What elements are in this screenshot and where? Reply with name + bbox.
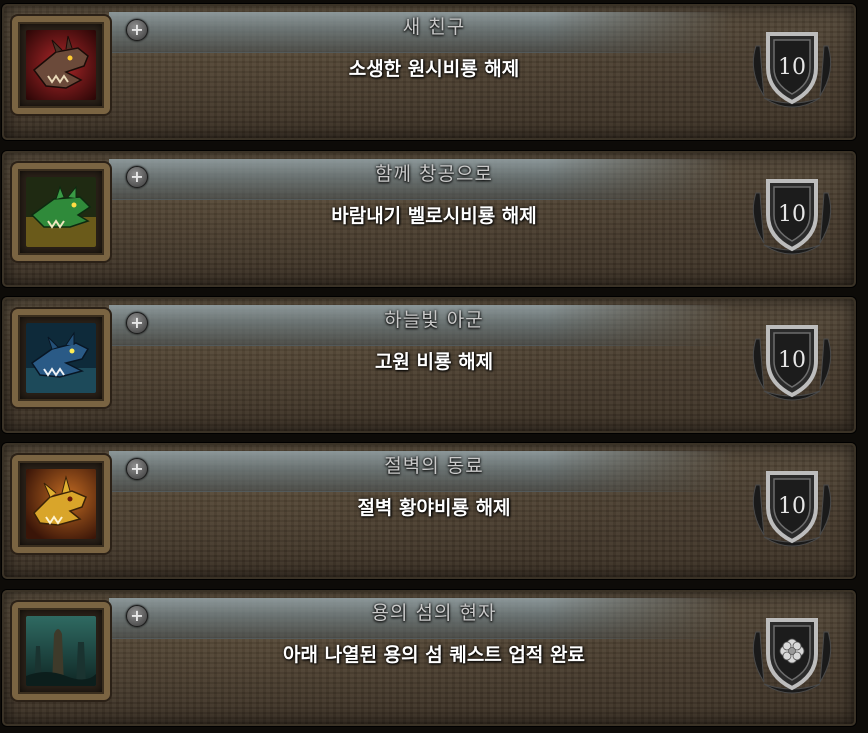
- achievement-points: 10: [778, 55, 806, 80]
- achievement-row[interactable]: + 절벽의 동료 절벽 황야비룡 해제 10: [2, 443, 856, 579]
- achievement-description: 아래 나열된 용의 섬 퀘스트 업적 완료: [283, 644, 585, 666]
- achievement-points: 10: [778, 348, 806, 373]
- achievement-row[interactable]: + 용의 섬의 현자 아래 나열된 용의 섬 퀘스트 업적 완료: [2, 590, 856, 726]
- forest-landscape-icon: [26, 616, 96, 686]
- achievement-icon-frame: [12, 16, 110, 114]
- achievement-list: + 새 친구 소생한 원시비룡 해제 10 + 함께 창공으로 바람내기 벨로시…: [0, 0, 868, 733]
- achievement-title: 함께 창공으로: [375, 163, 493, 185]
- green-drake-icon: [26, 177, 96, 247]
- achievement-points: 10: [778, 202, 806, 227]
- achievement-description: 소생한 원시비룡 해제: [348, 58, 520, 80]
- achievement-icon-frame: [12, 455, 110, 553]
- achievement-title: 절벽의 동료: [384, 455, 484, 477]
- achievement-shield-icon: [752, 618, 832, 694]
- red-drake-icon: [26, 30, 96, 100]
- achievement-icon-frame: [12, 602, 110, 700]
- achievement-row[interactable]: + 함께 창공으로 바람내기 벨로시비룡 해제 10: [2, 151, 856, 287]
- achievement-title: 새 친구: [402, 16, 466, 38]
- achievement-points-shield-icon: 10: [752, 325, 832, 401]
- achievement-description: 고원 비룡 해제: [374, 351, 494, 373]
- achievement-points-shield-icon: 10: [752, 32, 832, 108]
- achievement-row[interactable]: + 새 친구 소생한 원시비룡 해제 10: [2, 4, 856, 140]
- achievement-points-shield-icon: 10: [752, 471, 832, 547]
- achievement-points-shield-icon: 10: [752, 179, 832, 255]
- achievement-title: 하늘빛 아군: [384, 309, 484, 331]
- achievement-description: 바람내기 벨로시비룡 해제: [331, 205, 537, 227]
- achievement-icon-frame: [12, 309, 110, 407]
- achievement-icon-frame: [12, 163, 110, 261]
- achievement-description: 절벽 황야비룡 해제: [357, 497, 511, 519]
- achievement-points: 10: [778, 494, 806, 519]
- yellow-drake-icon: [26, 469, 96, 539]
- blue-drake-icon: [26, 323, 96, 393]
- achievement-title: 용의 섬의 현자: [371, 602, 497, 624]
- achievement-row[interactable]: + 하늘빛 아군 고원 비룡 해제 10: [2, 297, 856, 433]
